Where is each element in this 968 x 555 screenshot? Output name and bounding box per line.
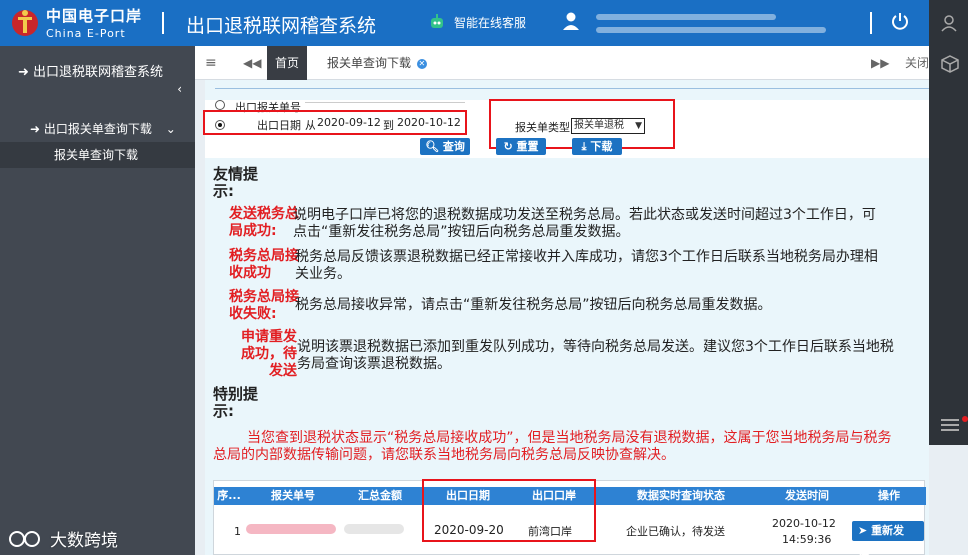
highlight-box: [422, 479, 596, 542]
user-icon[interactable]: [562, 11, 580, 31]
radio-decl-no[interactable]: [215, 100, 225, 110]
tip-key: 税务总局接收成功: [229, 248, 299, 281]
sidebar-item-label: 出口报关单查询下载: [43, 122, 152, 136]
sidebar: ➜ 出口退税联网稽查系统 ‹ ➜ 出口报关单查询下载 ⌄ 报关单查询下载: [0, 46, 195, 555]
col-action: 操作: [878, 489, 900, 502]
sidebar-item-label: 出口退税联网稽查系统: [33, 65, 164, 80]
chevron-down-icon: ⌄: [165, 122, 176, 136]
query-form: 出口报关单号 出口日期 从 2020-09-12 到 2020-10-12 报关…: [203, 99, 929, 158]
redacted-amount: [344, 524, 404, 534]
power-icon[interactable]: [890, 11, 910, 31]
close-icon[interactable]: ✕: [416, 58, 427, 69]
highlight-box: [203, 110, 467, 135]
col-send-time: 发送时间: [785, 489, 829, 502]
app-header: 中国电子口岸 China E-Port 出口退税联网稽查系统 智能在线客服: [0, 0, 968, 46]
tips-title: 友情提示:: [213, 165, 259, 200]
cell-status: 企业已确认，待发送: [626, 525, 725, 538]
special-title: 特别提示:: [213, 385, 259, 420]
tip-text: 说明该票退税数据已添加到重发队列成功，等待向税务总局发送。建议您3个工作日后联系…: [297, 339, 894, 372]
special-text: 当您查到退税状态显示“税务总局接收成功”，但是当地税务局没有退税数据，这属于您当…: [213, 430, 903, 464]
sidebar-item-decl-download[interactable]: 报关单查询下载: [0, 142, 195, 168]
tip-text: 说明电子口岸已将您的退税数据成功发送至税务总局。若此状态或发送时间超过3个工作日…: [293, 207, 876, 240]
tab-home[interactable]: 首页: [267, 46, 307, 80]
cell-send-date: 2020-10-12: [772, 517, 836, 530]
main-content: 出口报关单号 出口日期 从 2020-09-12 到 2020-10-12 报关…: [203, 80, 929, 555]
query-button[interactable]: 🔍︎ 查询: [420, 138, 470, 155]
tip-text: 税务总局接收异常，请点击“重新发往税务总局”按钮后向税务总局重发数据。: [295, 297, 772, 313]
divider: [215, 88, 929, 89]
signin-icon: ➜: [30, 122, 41, 136]
online-service-link[interactable]: 智能在线客服: [428, 13, 526, 31]
tab-decl-download[interactable]: 报关单查询下载 ✕: [315, 46, 427, 80]
cube-icon[interactable]: [941, 55, 959, 73]
robot-icon: [431, 14, 443, 28]
reset-button-label: 重置: [516, 140, 539, 153]
tip-key: 申请重发成功，待发送: [241, 329, 297, 379]
brand-name-cn: 中国电子口岸: [46, 7, 143, 25]
decl-no-input[interactable]: [305, 102, 465, 103]
menu-toggle-icon[interactable]: ≡: [205, 46, 217, 80]
tab-scroll-right-icon[interactable]: ▶▶: [871, 46, 889, 80]
header-divider: [162, 12, 164, 34]
special-text-body: 当您查到退税状态显示“税务总局接收成功”，但是当地税务局没有退税数据，这属于您当…: [213, 430, 892, 463]
results-table: 序... 报关单号 汇总金额 出口日期 出口口岸 数据实时查询状态 发送时间 操…: [213, 479, 926, 555]
cell-send-time: 14:59:36: [782, 533, 832, 546]
watermark-text: 大数跨境: [50, 531, 118, 551]
tip-text: 税务总局反馈该票退税数据已经正常接收并入库成功，请您3个工作日后联系当地税务局办…: [295, 249, 878, 282]
brand: 中国电子口岸 China E-Port: [46, 5, 142, 40]
chevron-left-icon: ‹: [177, 82, 182, 96]
signin-icon: ➜: [18, 65, 29, 80]
tip-key: 发送税务总局成功:: [229, 206, 299, 239]
online-service-label: 智能在线客服: [454, 15, 527, 30]
brand-name-en: China E-Port: [46, 27, 126, 40]
search-icon: 🔍︎: [425, 140, 440, 153]
tab-bar: ≡ ◀◀ 首页 报关单查询下载 ✕ ▶▶ 关闭: [195, 46, 929, 80]
menu-icon[interactable]: [941, 418, 959, 432]
col-amount: 汇总金额: [358, 489, 402, 502]
notification-dot: [962, 416, 968, 422]
cell-index: 1: [234, 525, 241, 538]
sidebar-item-decl-query[interactable]: ➜ 出口报关单查询下载 ⌄: [30, 120, 176, 137]
resend-button[interactable]: ➤ 重新发往...: [852, 521, 924, 555]
redacted-user-info: [596, 27, 826, 33]
tip-key: 税务总局接收失败:: [229, 289, 299, 322]
reset-button[interactable]: ↻ 重置: [496, 138, 546, 155]
download-button-label: 下载: [590, 140, 613, 153]
col-decl-no: 报关单号: [271, 489, 315, 502]
header-divider: [870, 12, 872, 34]
col-status: 数据实时查询状态: [637, 489, 725, 502]
query-button-label: 查询: [442, 140, 465, 153]
app-title: 出口退税联网稽查系统: [186, 15, 377, 37]
send-icon: ➤: [858, 524, 868, 537]
watermark-logo-icon: [9, 530, 40, 547]
right-tool-panel: [929, 0, 968, 445]
watermark: 大数跨境: [8, 526, 118, 551]
download-button[interactable]: ⤓ 下载: [572, 138, 622, 155]
tab-label: 报关单查询下载: [327, 56, 412, 70]
tab-scroll-left-icon[interactable]: ◀◀: [243, 46, 261, 80]
redacted-user-info: [596, 14, 776, 20]
refresh-icon: ↻: [503, 140, 513, 153]
download-icon: ⤓: [581, 140, 587, 153]
close-tabs-button[interactable]: 关闭: [905, 46, 929, 80]
col-index: 序...: [217, 489, 241, 502]
eport-logo-icon: [12, 10, 38, 36]
user-add-icon[interactable]: [941, 14, 959, 32]
sidebar-item-system[interactable]: ➜ 出口退税联网稽查系统 ‹: [18, 64, 182, 96]
redacted-decl-no: [246, 524, 336, 534]
